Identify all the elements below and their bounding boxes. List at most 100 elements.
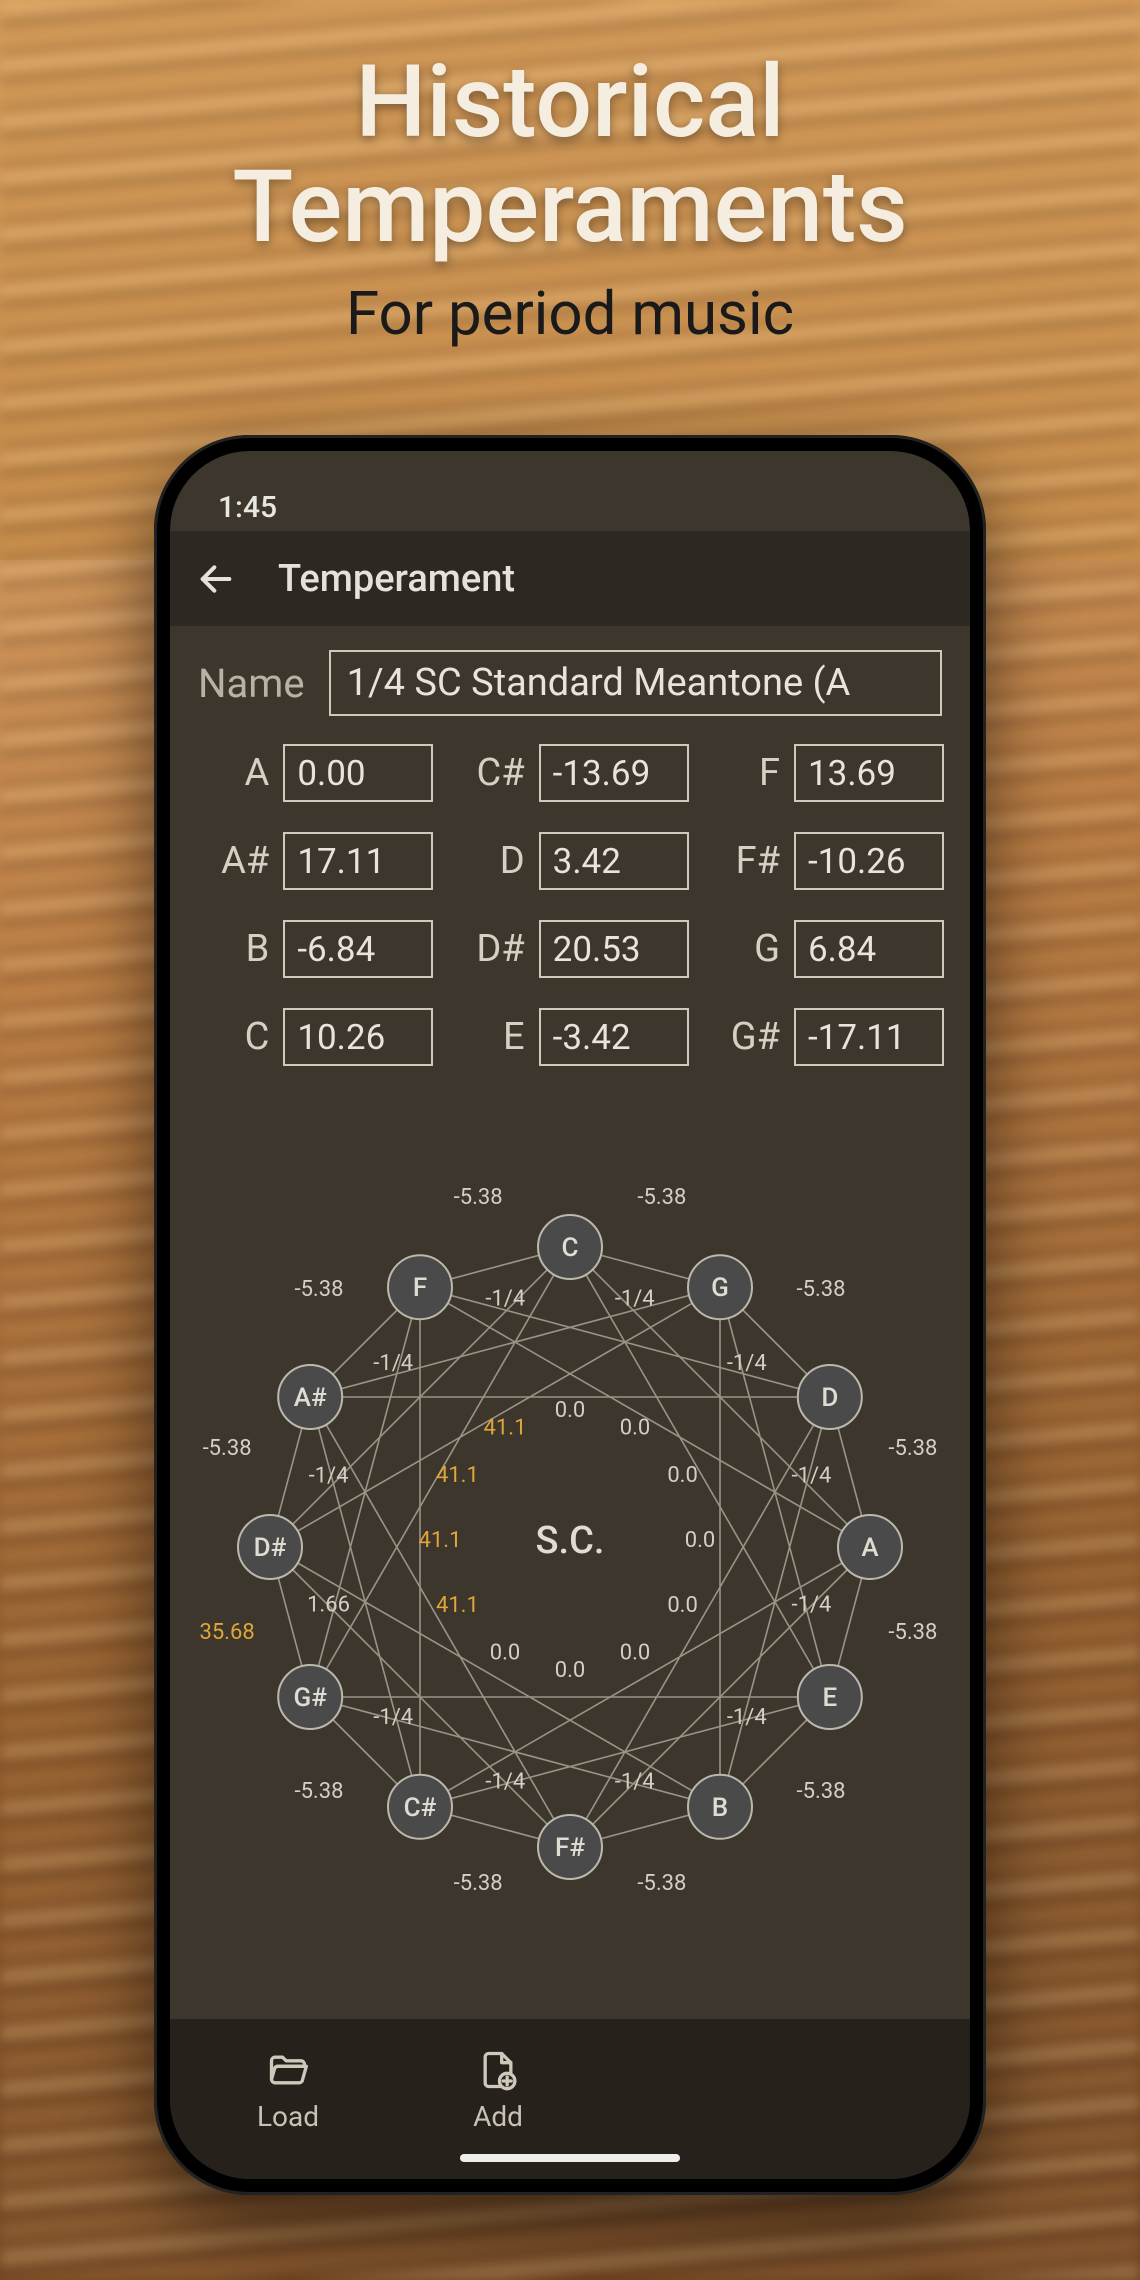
svg-text:-5.38: -5.38 [797,1779,846,1804]
status-time: 1:45 [218,490,277,525]
note-value-field[interactable]: 3.42 [539,832,689,890]
svg-text:-5.38: -5.38 [637,1870,686,1895]
svg-text:0.0: 0.0 [620,1415,651,1440]
svg-text:-1/4: -1/4 [485,1769,525,1794]
note-label: G# [726,1015,780,1059]
note-label: C# [471,751,525,795]
note-value-field[interactable]: 13.69 [794,744,944,802]
promo-subtitle: For period music [0,278,1140,349]
load-button[interactable]: Load [188,2048,388,2133]
svg-text:C: C [562,1233,579,1263]
svg-text:-5.38: -5.38 [203,1436,252,1461]
svg-text:G: G [711,1273,729,1303]
note-label: D# [471,927,525,971]
note-cell: A 0.00 [196,744,433,802]
svg-text:0.0: 0.0 [490,1640,521,1665]
svg-text:35.68: 35.68 [199,1619,254,1644]
svg-text:S.C.: S.C. [536,1519,605,1563]
svg-text:-1/4: -1/4 [727,1704,767,1729]
note-label: G [726,927,780,971]
name-field[interactable]: 1/4 SC Standard Meantone (A [329,650,942,716]
note-value-field[interactable]: 0.00 [283,744,433,802]
note-cell: D 3.42 [451,832,688,890]
svg-text:D#: D# [254,1533,287,1563]
load-label: Load [257,2100,319,2133]
note-cell: B -6.84 [196,920,433,978]
svg-text:0.0: 0.0 [685,1528,716,1553]
status-bar: 1:45 [170,451,970,531]
note-value-field[interactable]: 17.11 [283,832,433,890]
folder-open-icon [266,2048,310,2092]
svg-text:-1/4: -1/4 [792,1463,832,1488]
svg-text:-1/4: -1/4 [485,1286,525,1311]
svg-text:-1/4: -1/4 [792,1592,832,1617]
note-value-field[interactable]: 20.53 [539,920,689,978]
svg-text:C#: C# [404,1792,437,1822]
app-bar: Temperament [170,531,970,626]
note-label: E [471,1015,525,1059]
svg-text:G#: G# [293,1683,327,1713]
note-cell: C# -13.69 [451,744,688,802]
svg-text:-5.38: -5.38 [454,1185,503,1210]
circle-of-fifths: CGDAEBF#C#G#D#A#F-5.38-5.38-5.38-5.38-5.… [190,1086,950,2007]
note-cell: F# -10.26 [707,832,944,890]
svg-text:-1/4: -1/4 [309,1463,349,1488]
note-value-field[interactable]: -10.26 [794,832,944,890]
note-value-field[interactable]: 6.84 [794,920,944,978]
svg-text:41.1: 41.1 [419,1528,462,1553]
note-cell: F 13.69 [707,744,944,802]
svg-text:-1/4: -1/4 [615,1769,655,1794]
name-label: Name [198,660,305,707]
svg-text:A: A [861,1533,879,1563]
svg-text:-1/4: -1/4 [615,1286,655,1311]
svg-text:B: B [712,1792,728,1822]
note-cell: A# 17.11 [196,832,433,890]
note-label: C [215,1015,269,1059]
add-button[interactable]: Add [398,2048,598,2133]
svg-text:41.1: 41.1 [484,1415,527,1440]
svg-text:-5.38: -5.38 [888,1436,937,1461]
back-arrow-icon[interactable] [196,559,236,599]
svg-text:-5.38: -5.38 [454,1870,503,1895]
note-cell: C 10.26 [196,1008,433,1066]
home-indicator[interactable] [460,2154,680,2162]
svg-text:41.1: 41.1 [436,1593,479,1618]
page-title: Temperament [278,557,515,601]
note-cell: E -3.42 [451,1008,688,1066]
svg-text:-5.38: -5.38 [294,1276,343,1301]
note-label: A# [215,839,269,883]
svg-text:0.0: 0.0 [667,1463,698,1488]
note-value-field[interactable]: -13.69 [539,744,689,802]
svg-text:1.66: 1.66 [307,1592,350,1617]
svg-text:F: F [413,1273,427,1303]
svg-text:-5.38: -5.38 [637,1185,686,1210]
note-value-field[interactable]: -6.84 [283,920,433,978]
svg-text:-1/4: -1/4 [373,1351,413,1376]
note-offset-grid: A 0.00 C# -13.69 F 13.69 A# 17.11 D 3.42 F# -10.26 B… [190,744,950,1066]
note-label: B [215,927,269,971]
svg-text:0.0: 0.0 [667,1593,698,1618]
note-label: F [726,751,780,795]
svg-text:-1/4: -1/4 [727,1351,767,1376]
note-label: F# [726,839,780,883]
svg-text:-5.38: -5.38 [888,1619,937,1644]
svg-text:0.0: 0.0 [555,1658,586,1683]
note-cell: G 6.84 [707,920,944,978]
add-label: Add [473,2100,523,2133]
note-label: A [215,751,269,795]
note-value-field[interactable]: 10.26 [283,1008,433,1066]
note-cell: G# -17.11 [707,1008,944,1066]
note-value-field[interactable]: -3.42 [539,1008,689,1066]
svg-text:-5.38: -5.38 [294,1779,343,1804]
note-value-field[interactable]: -17.11 [794,1008,944,1066]
phone-frame: 1:45 Temperament Name 1/4 SC Standard Me… [154,435,986,2195]
svg-text:E: E [822,1683,837,1713]
svg-text:0.0: 0.0 [620,1640,651,1665]
svg-text:41.1: 41.1 [436,1463,479,1488]
note-label: D [471,839,525,883]
svg-text:0.0: 0.0 [555,1398,586,1423]
svg-text:-5.38: -5.38 [797,1276,846,1301]
svg-text:-1/4: -1/4 [373,1704,413,1729]
file-add-icon [476,2048,520,2092]
promo-title: Historical Temperaments [0,0,1140,260]
